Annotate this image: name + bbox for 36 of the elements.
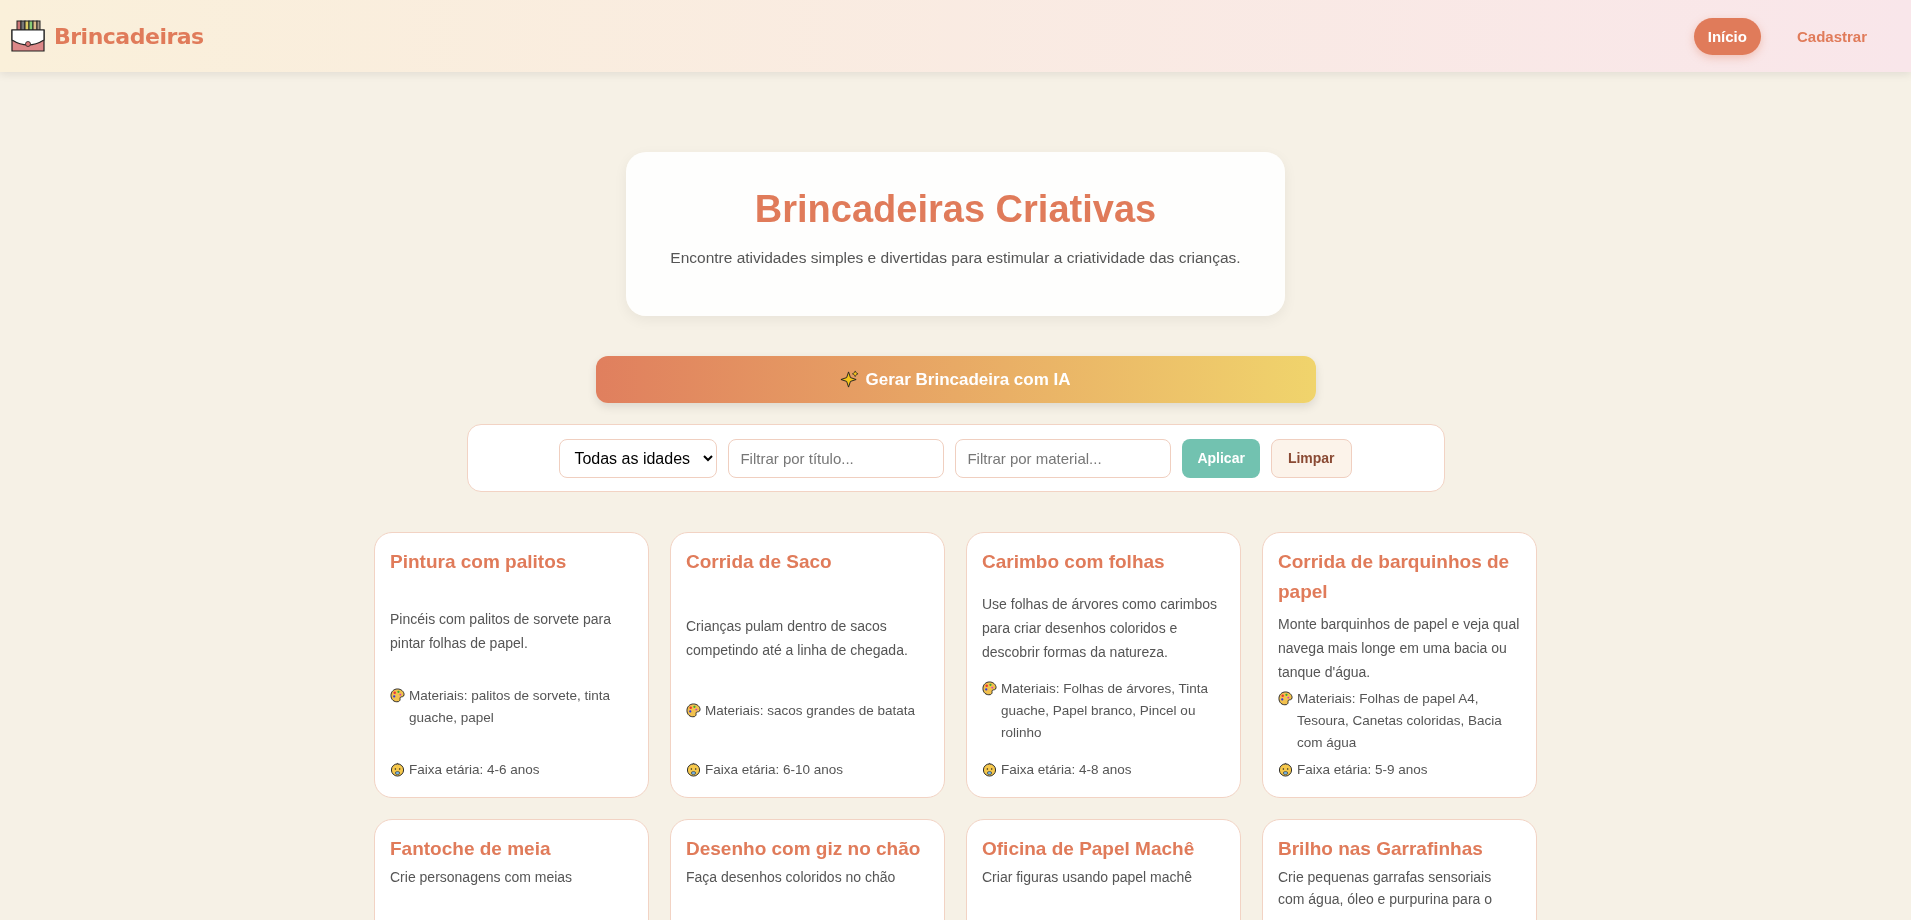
materials-text: Materiais: sacos grandes de batata: [705, 701, 916, 720]
materials-text: Materiais: Folhas de árvores, Tinta guache, Papel branco, Pincel ou rolinho: [1001, 680, 1210, 743]
age-range-text: Faixa etária: 4-8 anos: [1001, 760, 1132, 779]
card-title: Carimbo com folhas: [982, 550, 1166, 574]
age-range-text: Faixa etária: 6-10 anos: [705, 761, 844, 779]
card-title: Pintura com palitos: [390, 550, 568, 574]
activity-card[interactable]: Desenho com giz no chão Faça desenhos coloridos no chão: [670, 819, 945, 920]
activity-card[interactable]: Pintura com palitos Pincéis com palitos de sorvete para pintar folhas de papel. Materiais: palitos de sorvete, tinta guache, papel Faixa etária: 4-6 anos: [374, 532, 649, 798]
materials-text: Materiais: palitos de sorvete, tinta guache, papel: [409, 687, 612, 727]
age-range-text: Faixa etária: 5-9 anos: [1297, 760, 1428, 779]
card-title: Desenho com giz no chão: [686, 837, 922, 861]
card-title: Oficina de Papel Machê: [982, 837, 1196, 861]
hero-title: Brincadeiras Criativas: [753, 188, 1158, 231]
activity-card[interactable]: Corrida de Saco Crianças pulam dentro de sacos competindo até a linha de chegada. Materiais: sacos grandes de batata Faixa etária: 6-10 anos: [670, 532, 945, 798]
card-description: Crie personagens com meias: [390, 868, 574, 887]
activity-card[interactable]: Oficina de Papel Machê Criar figuras usando papel machê: [966, 819, 1241, 920]
card-description: Criar figuras usando papel machê: [982, 868, 1194, 887]
card-title: Corrida de barquinhos de papel: [1278, 550, 1511, 604]
material-filter-field[interactable]: Filtrar por material...: [955, 438, 1172, 478]
card-description: Monte barquinhos de papel e veja qual navega mais longe em uma bacia ou tanque d'água.: [1278, 614, 1521, 682]
card-description: Crie pequenas garrafas sensoriais com água, óleo e purpurina para o: [1278, 868, 1494, 909]
title-filter-field[interactable]: Filtrar por título...: [728, 438, 945, 478]
card-description: Faça desenhos coloridos no chão: [686, 868, 897, 887]
card-title: Corrida de Saco: [686, 550, 833, 574]
clear-button[interactable]: Limpar: [1270, 438, 1352, 478]
card-description: Pincéis com palitos de sorvete para pintar folhas de papel.: [390, 610, 612, 653]
card-title: Fantoche de meia: [390, 837, 552, 861]
card-description: Use folhas de árvores como carimbos para criar desenhos coloridos e descobrir formas da natureza.: [982, 594, 1218, 662]
age-range-text: Faixa etária: 4-6 anos: [409, 761, 540, 779]
activity-card[interactable]: Brilho nas Garrafinhas Crie pequenas garrafas sensoriais com água, óleo e purpurina para o: [1262, 819, 1537, 920]
hero-subtitle: Encontre atividades simples e divertidas para estimular a criatividade das crianças.: [669, 249, 1242, 267]
card-description: Crianças pulam dentro de sacos competindo até a linha de chegada.: [686, 617, 909, 661]
age-select[interactable]: Todas as idades: [559, 438, 718, 478]
materials-text: Materiais: Folhas de papel A4, Tesoura, Canetas coloridas, Bacia com água: [1297, 690, 1503, 753]
card-title: Brilho nas Garrafinhas: [1278, 837, 1484, 861]
activity-card[interactable]: Fantoche de meia Crie personagens com meias: [374, 819, 649, 920]
